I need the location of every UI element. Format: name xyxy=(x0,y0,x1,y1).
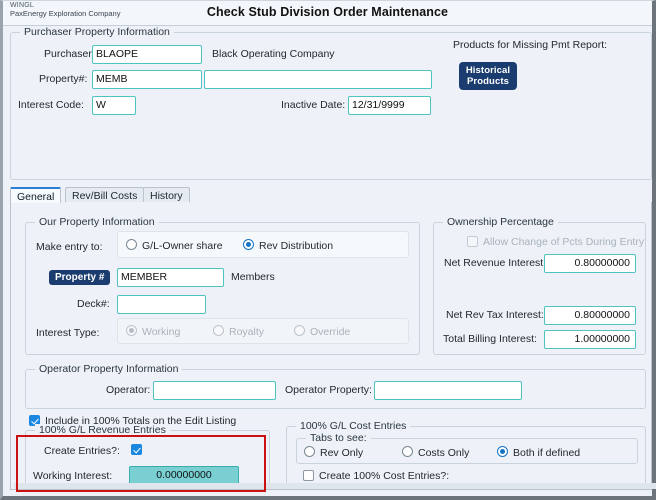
tab-rev-bill-costs[interactable]: Rev/Bill Costs xyxy=(65,187,145,203)
allow-change-pcts-checkbox[interactable] xyxy=(467,236,478,247)
net-revenue-interest-input[interactable]: 0.80000000 xyxy=(544,254,636,273)
radio-rev-distribution-label: Rev Distribution xyxy=(259,240,334,252)
net-rev-tax-interest-input[interactable]: 0.80000000 xyxy=(544,306,636,325)
radio-interest-working-label: Working xyxy=(142,326,181,338)
application-window: WINGL PaxEnergy Exploration Company Chec… xyxy=(0,0,656,500)
operator-input[interactable] xyxy=(153,381,276,400)
deck-number-input[interactable] xyxy=(117,295,206,314)
operator-label: Operator: xyxy=(106,384,151,396)
historical-products-button[interactable]: Historical Products xyxy=(459,62,517,90)
page-title: Check Stub Division Order Maintenance xyxy=(206,5,449,19)
interest-code-input[interactable]: W xyxy=(92,96,136,115)
tab-strip: General Rev/Bill Costs History xyxy=(10,187,652,203)
general-tab-panel: Our Property Information Make entry to: … xyxy=(10,202,656,490)
cost-entries-legend: 100% G/L Cost Entries xyxy=(296,420,411,432)
property-description-input[interactable] xyxy=(204,70,432,89)
tab-history[interactable]: History xyxy=(143,187,190,203)
revenue-entries-group: 100% G/L Revenue Entries Create Entries?… xyxy=(25,424,270,488)
tabs-to-see-legend: Tabs to see: xyxy=(306,432,371,444)
radio-gl-owner-share-label: G/L-Owner share xyxy=(142,240,223,252)
revenue-entries-legend: 100% G/L Revenue Entries xyxy=(35,424,170,436)
purchaser-name-text: Black Operating Company xyxy=(212,48,335,60)
purchaser-input[interactable]: BLAOPE xyxy=(92,45,202,64)
purchaser-group-legend: Purchaser Property Information xyxy=(20,26,174,38)
working-interest-label: Working Interest: xyxy=(33,470,113,482)
tabs-to-see-group: Tabs to see: Rev Only Costs Only Both if… xyxy=(296,432,638,464)
operator-group-legend: Operator Property Information xyxy=(35,363,183,375)
property-number-input[interactable]: MEMB xyxy=(92,70,202,89)
panel-bottom-strip xyxy=(14,483,656,489)
radio-both-if-defined[interactable] xyxy=(497,446,508,457)
radio-interest-working[interactable] xyxy=(126,325,137,336)
radio-both-if-defined-label: Both if defined xyxy=(513,447,581,459)
operator-property-input[interactable] xyxy=(374,381,522,400)
our-property-legend: Our Property Information xyxy=(35,216,159,228)
total-billing-interest-input[interactable]: 1.00000000 xyxy=(544,330,636,349)
operator-property-group: Operator Property Information Operator: … xyxy=(25,363,646,409)
purchaser-label: Purchaser: xyxy=(44,48,95,60)
radio-interest-override-label: Override xyxy=(310,326,351,338)
our-property-group: Our Property Information Make entry to: … xyxy=(25,216,420,355)
property-number-label: Property#: xyxy=(39,73,88,85)
ownership-percentage-group: Ownership Percentage Allow Change of Pct… xyxy=(433,216,646,355)
radio-rev-only-label: Rev Only xyxy=(320,447,364,459)
historical-products-line2: Products xyxy=(467,76,509,87)
missing-pmt-products-label: Products for Missing Pmt Report: xyxy=(453,39,608,51)
interest-type-label: Interest Type: xyxy=(36,327,100,339)
cost-entries-group: 100% G/L Cost Entries Tabs to see: Rev O… xyxy=(286,420,646,488)
radio-rev-only[interactable] xyxy=(304,446,315,457)
radio-rev-distribution[interactable] xyxy=(243,239,254,250)
our-property-description-text: Members xyxy=(231,271,275,283)
create-entries-label: Create Entries?: xyxy=(44,445,120,457)
deck-number-label: Deck#: xyxy=(77,298,110,310)
inactive-date-label: Inactive Date: xyxy=(281,99,346,111)
tab-general[interactable]: General xyxy=(10,187,62,203)
radio-interest-royalty[interactable] xyxy=(213,325,224,336)
property-number-badge-button[interactable]: Property # xyxy=(49,270,111,285)
create-cost-entries-label: Create 100% Cost Entries?: xyxy=(319,470,450,482)
inactive-date-input[interactable]: 12/31/9999 xyxy=(348,96,431,115)
net-revenue-interest-label: Net Revenue Interest: xyxy=(444,257,547,269)
radio-costs-only-label: Costs Only xyxy=(418,447,470,459)
radio-interest-override[interactable] xyxy=(294,325,305,336)
ownership-legend: Ownership Percentage xyxy=(443,216,558,228)
our-property-number-input[interactable]: MEMBER xyxy=(117,268,224,287)
radio-costs-only[interactable] xyxy=(402,446,413,457)
title-bar: WINGL PaxEnergy Exploration Company Chec… xyxy=(3,1,652,26)
operator-property-label: Operator Property: xyxy=(285,384,372,396)
radio-gl-owner-share[interactable] xyxy=(126,239,137,250)
radio-interest-royalty-label: Royalty xyxy=(229,326,265,338)
purchaser-property-group: Purchaser Property Information Purchaser… xyxy=(10,26,652,180)
create-cost-entries-checkbox[interactable] xyxy=(303,470,314,481)
create-entries-checkbox[interactable] xyxy=(131,444,142,455)
allow-change-pcts-label: Allow Change of Pcts During Entry xyxy=(483,236,645,248)
interest-code-label: Interest Code: xyxy=(18,99,84,111)
net-rev-tax-interest-label: Net Rev Tax Interest: xyxy=(446,309,544,321)
historical-products-line1: Historical xyxy=(465,65,511,76)
total-billing-interest-label: Total Billing Interest: xyxy=(443,333,537,345)
make-entry-label: Make entry to: xyxy=(36,241,103,253)
